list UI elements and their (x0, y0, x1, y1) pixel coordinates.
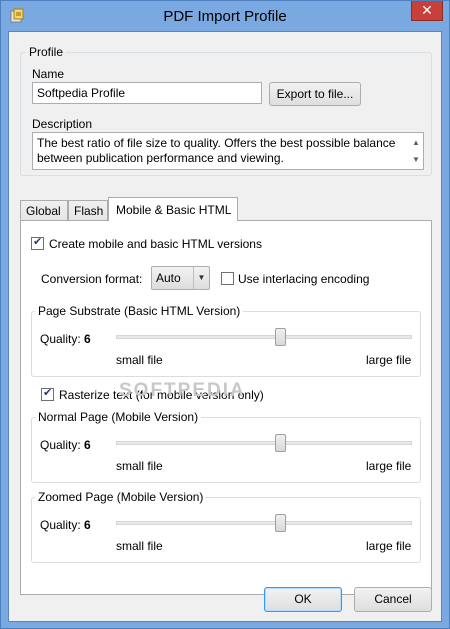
create-mobile-label[interactable]: Create mobile and basic HTML versions (49, 237, 262, 251)
create-mobile-checkbox[interactable] (31, 235, 44, 250)
scroll-up-icon[interactable]: ▲ (412, 135, 420, 150)
zoomed-page-title: Zoomed Page (Mobile Version) (35, 490, 207, 504)
interlacing-checkbox[interactable] (221, 272, 234, 285)
dialog-window: PDF Import Profile ✕ Profile Name Softpe… (0, 0, 450, 629)
normal-page-title: Normal Page (Mobile Version) (35, 410, 202, 424)
description-label: Description (32, 117, 93, 131)
page-substrate-min-label: small file (116, 353, 163, 367)
softpedia-watermark: SOFTPEDIA (119, 380, 246, 401)
dialog-client: Profile Name Softpedia Profile Export to… (8, 31, 442, 622)
page-substrate-group: Page Substrate (Basic HTML Version) Qual… (31, 304, 421, 377)
window-title: PDF Import Profile (163, 8, 287, 25)
conversion-format-select[interactable]: Auto ▼ (151, 266, 210, 290)
page-substrate-max-label: large file (366, 353, 412, 367)
profile-group-title: Profile (26, 45, 67, 59)
zoomed-page-group: Zoomed Page (Mobile Version) Quality: 6 … (31, 490, 421, 563)
page-substrate-slider-thumb[interactable] (275, 328, 286, 346)
page-substrate-title: Page Substrate (Basic HTML Version) (35, 304, 244, 318)
tab-global[interactable]: Global (20, 200, 68, 221)
description-text: The best ratio of file size to quality. … (37, 136, 396, 165)
normal-page-quality-value: 6 (84, 438, 91, 452)
description-textarea[interactable]: The best ratio of file size to quality. … (32, 132, 424, 170)
title-bar[interactable]: PDF Import Profile ✕ (1, 1, 449, 31)
page-substrate-quality-value: 6 (84, 332, 91, 346)
page-substrate-quality-label: Quality: (40, 332, 81, 346)
name-input[interactable]: Softpedia Profile (32, 82, 262, 104)
tab-mobile-basic-html[interactable]: Mobile & Basic HTML (108, 197, 238, 221)
profile-group: Profile Name Softpedia Profile Export to… (20, 45, 432, 176)
mobile-tab-panel: Create mobile and basic HTML versions Co… (20, 220, 432, 595)
cancel-button[interactable]: Cancel (354, 587, 432, 612)
zoomed-page-max-label: large file (366, 539, 412, 553)
zoomed-page-slider-thumb[interactable] (275, 514, 286, 532)
export-to-file-button[interactable]: Export to file... (269, 82, 361, 106)
normal-page-min-label: small file (116, 459, 163, 473)
zoomed-page-quality-label: Quality: (40, 518, 81, 532)
description-scrollbar[interactable]: ▲ ▼ (409, 133, 423, 169)
zoomed-page-quality-value: 6 (84, 518, 91, 532)
ok-button[interactable]: OK (264, 587, 342, 612)
page-substrate-slider-track[interactable] (116, 335, 412, 339)
normal-page-slider-track[interactable] (116, 441, 412, 445)
name-label: Name (32, 67, 65, 81)
tab-strip: Global Flash Mobile & Basic HTML (20, 197, 432, 222)
close-button[interactable]: ✕ (411, 1, 443, 21)
chevron-down-icon[interactable]: ▼ (193, 267, 209, 289)
conversion-format-label: Conversion format: (41, 272, 143, 286)
zoomed-page-slider-track[interactable] (116, 521, 412, 525)
interlacing-label[interactable]: Use interlacing encoding (238, 272, 369, 286)
normal-page-max-label: large file (366, 459, 412, 473)
conversion-format-value: Auto (156, 271, 181, 285)
normal-page-quality-label: Quality: (40, 438, 81, 452)
normal-page-group: Normal Page (Mobile Version) Quality: 6 … (31, 410, 421, 483)
rasterize-checkbox[interactable] (41, 386, 54, 401)
tab-flash[interactable]: Flash (68, 200, 108, 221)
zoomed-page-min-label: small file (116, 539, 163, 553)
normal-page-slider-thumb[interactable] (275, 434, 286, 452)
scroll-down-icon[interactable]: ▼ (412, 152, 420, 167)
